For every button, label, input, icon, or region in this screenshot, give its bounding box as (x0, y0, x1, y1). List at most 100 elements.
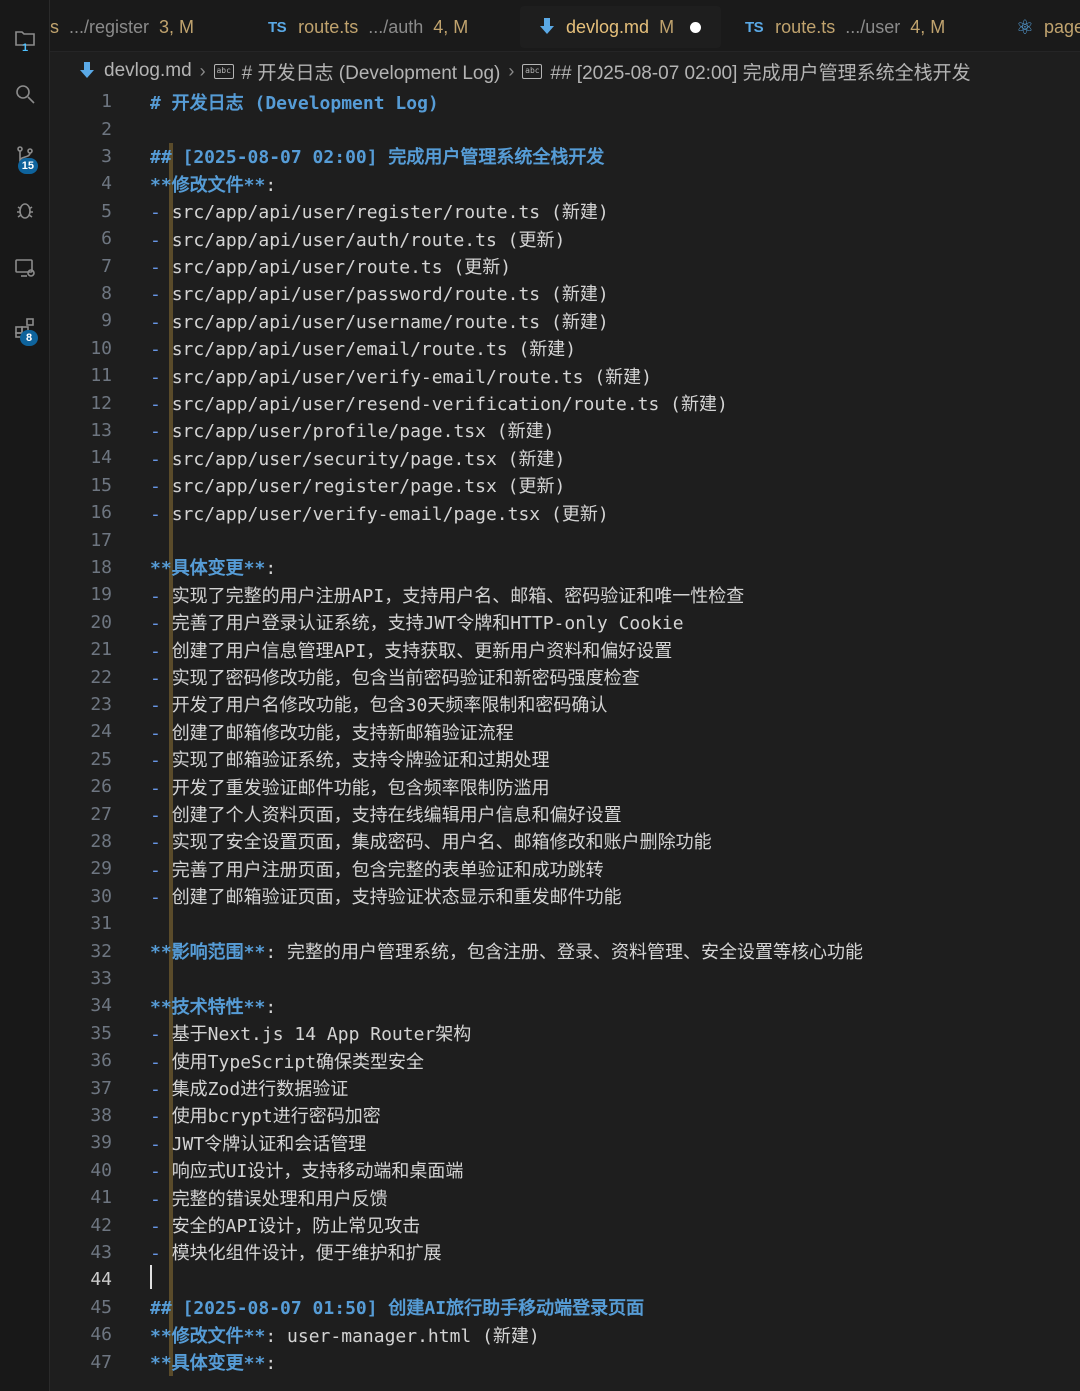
unsaved-dot-icon[interactable] (690, 21, 702, 33)
code-line[interactable]: 12 - src/app/api/user/resend-verification… (50, 389, 1080, 417)
code-line[interactable]: 38 - 使用bcrypt进行密码加密 (50, 1101, 1080, 1130)
line-number: 28 (90, 830, 112, 852)
code-line[interactable]: 4 **修改文件**: (50, 170, 1080, 198)
list-bullet: - (150, 1079, 172, 1101)
code-line[interactable]: 46 **修改文件**: user-manager.html (新建) (50, 1321, 1080, 1349)
code-line[interactable]: 3 ## [2025-08-07 02:00] 完成用户管理系统全栈开发 (50, 142, 1080, 171)
code-line[interactable]: 40 - 响应式UI设计，支持移动端和桌面端 (50, 1156, 1080, 1184)
code-line[interactable]: 18 **具体变更**: (50, 553, 1080, 582)
source-control-icon[interactable]: 15 (0, 136, 50, 176)
code-line[interactable]: 42 - 安全的API设计，防止常见攻击 (50, 1211, 1080, 1239)
modified-gutter-marker[interactable] (169, 1266, 173, 1294)
code-line[interactable]: 35 - 基于Next.js 14 App Router架构 (50, 1019, 1080, 1047)
explorer-icon[interactable]: 1 (0, 18, 50, 58)
tab-register[interactable]: s .../register 3, M (50, 6, 194, 48)
code-line[interactable]: 37 - 集成Zod进行数据验证 (50, 1074, 1080, 1102)
line-number: 10 (90, 337, 112, 359)
line-number: 37 (90, 1077, 112, 1099)
modified-gutter-marker[interactable] (169, 526, 173, 554)
line-number: 21 (90, 639, 112, 661)
list-item: - src/app/user/security/page.tsx (新建) (150, 445, 565, 471)
code-line[interactable]: 14 - src/app/user/security/page.tsx (新建) (50, 444, 1080, 472)
list-item: - 安全的API设计，防止常见攻击 (150, 1212, 420, 1238)
code-line[interactable]: 6 - src/app/api/user/auth/route.ts (更新) (50, 225, 1080, 253)
tab-path: .../auth (368, 16, 424, 37)
list-item: - 创建了用户信息管理API，支持获取、更新用户资料和偏好设置 (150, 637, 672, 663)
code-line[interactable]: 29 - 完善了用户注册页面，包含完整的表单验证和成功跳转 (50, 855, 1080, 883)
code-line[interactable]: 27 - 创建了个人资料页面，支持在线编辑用户信息和偏好设置 (50, 800, 1080, 828)
code-line[interactable]: 39 - JWT令牌认证和会话管理 (50, 1129, 1080, 1157)
list-item: - src/app/user/register/page.tsx (更新) (150, 472, 565, 498)
code-line[interactable]: 24 - 创建了邮箱修改功能，支持新邮箱验证流程 (50, 718, 1080, 746)
list-bullet: - (150, 832, 172, 854)
code-line[interactable]: 8 - src/app/api/user/password/route.ts (新… (50, 279, 1080, 308)
code-line[interactable]: 33 (50, 964, 1080, 993)
code-line[interactable]: 11 - src/app/api/user/verify-email/route.… (50, 362, 1080, 390)
list-item: - 实现了安全设置页面，集成密码、用户名、邮箱修改和账户删除功能 (150, 828, 712, 854)
list-item-text: 实现了完整的用户注册API，支持用户名、邮箱、密码验证和唯一性检查 (171, 585, 745, 607)
tab-devlog[interactable]: devlog.md M (520, 6, 722, 48)
code-line[interactable]: 9 - src/app/api/user/username/route.ts (新… (50, 307, 1080, 335)
list-item-text: 完善了用户注册页面，包含完整的表单验证和成功跳转 (171, 859, 604, 881)
code-line[interactable]: 7 - src/app/api/user/route.ts (更新) (50, 252, 1080, 280)
code-line[interactable]: 28 - 实现了安全设置页面，集成密码、用户名、邮箱修改和账户删除功能 (50, 827, 1080, 856)
list-item: - 创建了邮箱验证页面，支持验证状态显示和重发邮件功能 (150, 883, 622, 909)
modified-gutter-marker[interactable] (169, 964, 173, 993)
code-line[interactable]: 30 - 创建了邮箱验证页面，支持验证状态显示和重发邮件功能 (50, 882, 1080, 910)
code-line[interactable]: 47 **具体变更**: (50, 1348, 1080, 1376)
list-item: - 开发了重发验证邮件功能，包含频率限制防滥用 (150, 774, 550, 800)
code-line[interactable]: 2 (50, 115, 1080, 142)
code-line[interactable]: 32 **影响范围**: 完整的用户管理系统，包含注册、登录、资料管理、安全设置等… (50, 937, 1080, 965)
search-icon[interactable] (0, 74, 50, 114)
code-line[interactable]: 15 - src/app/user/register/page.tsx (更新) (50, 471, 1080, 499)
tab-page[interactable]: ⚛ page (1016, 6, 1080, 48)
code-line[interactable]: 31 (50, 910, 1080, 938)
code-line[interactable]: 10 - src/app/api/user/email/route.ts (新建) (50, 334, 1080, 362)
code-line[interactable]: 1 # 开发日志 (Development Log) (50, 88, 1080, 115)
code-line[interactable]: 22 - 实现了密码修改功能，包含当前密码验证和新密码强度检查 (50, 663, 1080, 691)
code-line[interactable]: 21 - 创建了用户信息管理API，支持获取、更新用户资料和偏好设置 (50, 636, 1080, 664)
code-line[interactable]: 36 - 使用TypeScript确保类型安全 (50, 1047, 1080, 1075)
list-bullet: - (150, 1188, 172, 1210)
code-line[interactable]: 19 - 实现了完整的用户注册API，支持用户名、邮箱、密码验证和唯一性检查 (50, 581, 1080, 609)
list-bullet: - (150, 448, 172, 470)
code-line[interactable]: 43 - 模块化组件设计，便于维护和扩展 (50, 1238, 1080, 1267)
tab-filename: route.ts (298, 16, 359, 37)
code-line[interactable]: 16 - src/app/user/verify-email/page.tsx (… (50, 499, 1080, 527)
line-number: 22 (90, 666, 112, 688)
code-line[interactable]: 26 - 开发了重发验证邮件功能，包含频率限制防滥用 (50, 773, 1080, 801)
code-line[interactable]: 25 - 实现了邮箱验证系统，支持令牌验证和过期处理 (50, 745, 1080, 773)
line-number: 34 (90, 995, 112, 1017)
list-item: - 实现了邮箱验证系统，支持令牌验证和过期处理 (150, 746, 550, 772)
code-line[interactable]: 41 - 完整的错误处理和用户反馈 (50, 1184, 1080, 1212)
code-line[interactable]: 13 - src/app/user/profile/page.tsx (新建) (50, 416, 1080, 445)
code-line[interactable]: 23 - 开发了用户名修改功能，包含30天频率限制和密码确认 (50, 690, 1080, 719)
breadcrumb-file[interactable]: devlog.md (104, 60, 192, 82)
extensions-icon[interactable]: 8 (0, 308, 50, 348)
code-line[interactable]: 17 (50, 526, 1080, 554)
editor[interactable]: 1 # 开发日志 (Development Log) 2 3 ## [2025-08-0… (50, 88, 1080, 1391)
line-number: 42 (90, 1214, 112, 1236)
breadcrumb-section-1[interactable]: # 开发日志 (Development Log) (242, 58, 501, 85)
code-line[interactable]: 20 - 完善了用户登录认证系统，支持JWT令牌和HTTP-only Cookie (50, 608, 1080, 636)
code-line[interactable]: 5 - src/app/api/user/register/route.ts (新… (50, 197, 1080, 225)
list-item-text: 实现了邮箱验证系统，支持令牌验证和过期处理 (171, 750, 550, 772)
list-bullet: - (150, 257, 172, 279)
tab-auth-route[interactable]: TS route.ts .../auth 4, M (268, 6, 468, 48)
list-item-text: JWT令牌认证和会话管理 (171, 1133, 367, 1155)
markdown-heading: ## [2025-08-07 02:00] 完成用户管理系统全栈开发 (150, 147, 605, 169)
line-number: 45 (90, 1296, 112, 1318)
code-line[interactable]: 45 ## [2025-08-07 01:50] 创建AI旅行助手移动端登录页面 (50, 1293, 1080, 1321)
line-number: 3 (101, 145, 112, 167)
modified-gutter-marker[interactable] (169, 910, 173, 938)
remote-explorer-icon[interactable] (0, 248, 50, 288)
list-item: - src/app/api/user/password/route.ts (新建… (150, 280, 609, 306)
code-line[interactable]: 44 (50, 1265, 1080, 1294)
breadcrumb-section-2[interactable]: ## [2025-08-07 02:00] 完成用户管理系统全栈开发 (550, 58, 970, 85)
typescript-icon: TS (745, 18, 764, 36)
tab-user-route[interactable]: TS route.ts .../user 4, M (745, 6, 945, 48)
markdown-bold-label: **技术特性**: (150, 993, 276, 1019)
code-line[interactable]: 34 **技术特性**: (50, 992, 1080, 1020)
list-item: - src/app/api/user/resend-verification/r… (150, 390, 728, 416)
debug-icon[interactable] (0, 190, 50, 230)
